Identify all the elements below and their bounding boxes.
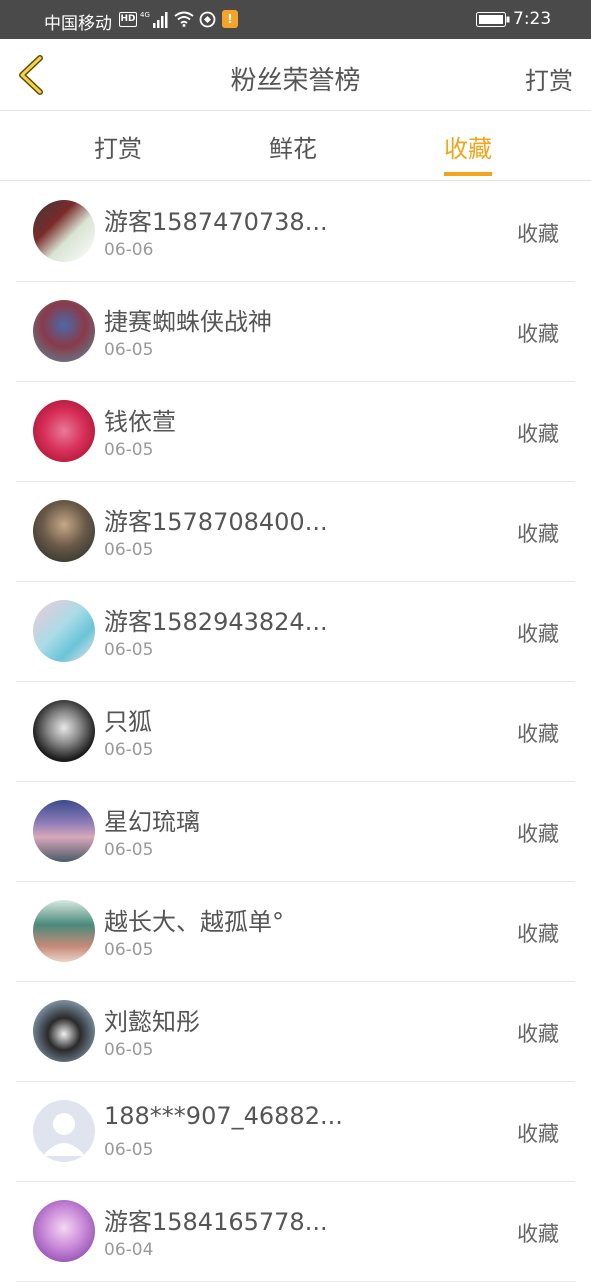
avatar [33, 1000, 95, 1062]
fan-name: 只狐 [104, 708, 152, 736]
avatar [33, 1100, 95, 1162]
fan-row[interactable]: 游客1584165778... 06-04 收藏 [16, 1182, 575, 1282]
fan-action-label: 收藏 [517, 1222, 559, 1246]
fan-action-label: 收藏 [517, 922, 559, 946]
clock: 7:23 [513, 9, 552, 29]
fan-action-label: 收藏 [517, 1022, 559, 1046]
fan-action-label: 收藏 [517, 422, 559, 446]
fan-row[interactable]: 游客1587470738... 06-06 收藏 [16, 182, 575, 282]
fan-date: 06-05 [104, 940, 154, 960]
tab-favorites[interactable]: 收藏 [444, 129, 492, 176]
fan-name: 刘懿知彤 [104, 1008, 200, 1036]
fan-row[interactable]: 188***907_46882... 06-05 收藏 [16, 1082, 575, 1182]
wifi-icon [174, 11, 194, 27]
fan-row[interactable]: 游客1582943824... 06-05 收藏 [16, 582, 575, 682]
fan-name: 捷赛蜘蛛侠战神 [104, 308, 272, 336]
fan-name: 游客1578708400... [104, 508, 328, 536]
fan-name: 越长大、越孤单° [104, 908, 284, 936]
fan-date: 06-05 [104, 340, 154, 360]
fan-name: 游客1582943824... [104, 608, 328, 636]
signal-icon: 4G [140, 11, 168, 28]
fan-date: 06-05 [104, 1140, 154, 1160]
tab-reward[interactable]: 打赏 [94, 129, 142, 164]
avatar [33, 900, 95, 962]
fan-date: 06-04 [104, 1240, 154, 1260]
avatar [33, 500, 95, 562]
fan-date: 06-05 [104, 540, 154, 560]
fan-list: 游客1587470738... 06-06 收藏 捷赛蜘蛛侠战神 06-05 收… [0, 182, 591, 1282]
fan-row[interactable]: 星幻琉璃 06-05 收藏 [16, 782, 575, 882]
fan-date: 06-05 [104, 1040, 154, 1060]
default-avatar-icon [43, 1113, 85, 1156]
fan-action-label: 收藏 [517, 1122, 559, 1146]
avatar [33, 800, 95, 862]
fan-date: 06-05 [104, 840, 154, 860]
fan-row[interactable]: 越长大、越孤单° 06-05 收藏 [16, 882, 575, 982]
sync-icon [199, 11, 216, 28]
fan-name: 游客1584165778... [104, 1208, 328, 1236]
status-bar: 中国移动 HD 4G ! 7:23 [0, 0, 591, 39]
fan-action-label: 收藏 [517, 522, 559, 546]
tab-favorites-label: 收藏 [444, 135, 492, 163]
fan-name: 188***907_46882... [104, 1102, 343, 1130]
fan-action-label: 收藏 [517, 822, 559, 846]
fan-action-label: 收藏 [517, 722, 559, 746]
fan-row[interactable]: 只狐 06-05 收藏 [16, 682, 575, 782]
fan-date: 06-06 [104, 240, 154, 260]
avatar [33, 1200, 95, 1262]
fan-row[interactable]: 刘懿知彤 06-05 收藏 [16, 982, 575, 1082]
fan-name: 游客1587470738... [104, 208, 328, 236]
avatar [33, 400, 95, 462]
fan-date: 06-05 [104, 640, 154, 660]
avatar [33, 200, 95, 262]
tab-flowers[interactable]: 鲜花 [269, 129, 317, 164]
fan-name: 钱依萱 [104, 408, 176, 436]
fan-row[interactable]: 捷赛蜘蛛侠战神 06-05 收藏 [16, 282, 575, 382]
avatar [33, 700, 95, 762]
carrier-label: 中国移动 [44, 14, 112, 34]
tab-flowers-label: 鲜花 [269, 135, 317, 163]
fan-name: 星幻琉璃 [104, 808, 200, 836]
fan-action-label: 收藏 [517, 622, 559, 646]
network-label: 4G [140, 11, 150, 19]
fan-action-label: 收藏 [517, 222, 559, 246]
fan-row[interactable]: 钱依萱 06-05 收藏 [16, 382, 575, 482]
page-title: 粉丝荣誉榜 [230, 66, 361, 96]
notification-icon: ! [222, 10, 238, 28]
app-header: 粉丝荣誉榜 打赏 [0, 39, 591, 111]
hd-icon: HD [119, 12, 137, 27]
avatar [33, 600, 95, 662]
tab-reward-label: 打赏 [94, 135, 142, 163]
active-tab-indicator [444, 172, 492, 176]
fan-date: 06-05 [104, 440, 154, 460]
fan-action-label: 收藏 [517, 322, 559, 346]
avatar [33, 300, 95, 362]
tab-bar: 打赏 鲜花 收藏 [0, 111, 591, 181]
reward-link[interactable]: 打赏 [525, 61, 573, 96]
fan-date: 06-05 [104, 740, 154, 760]
battery-icon [476, 12, 510, 27]
fan-row[interactable]: 游客1578708400... 06-05 收藏 [16, 482, 575, 582]
